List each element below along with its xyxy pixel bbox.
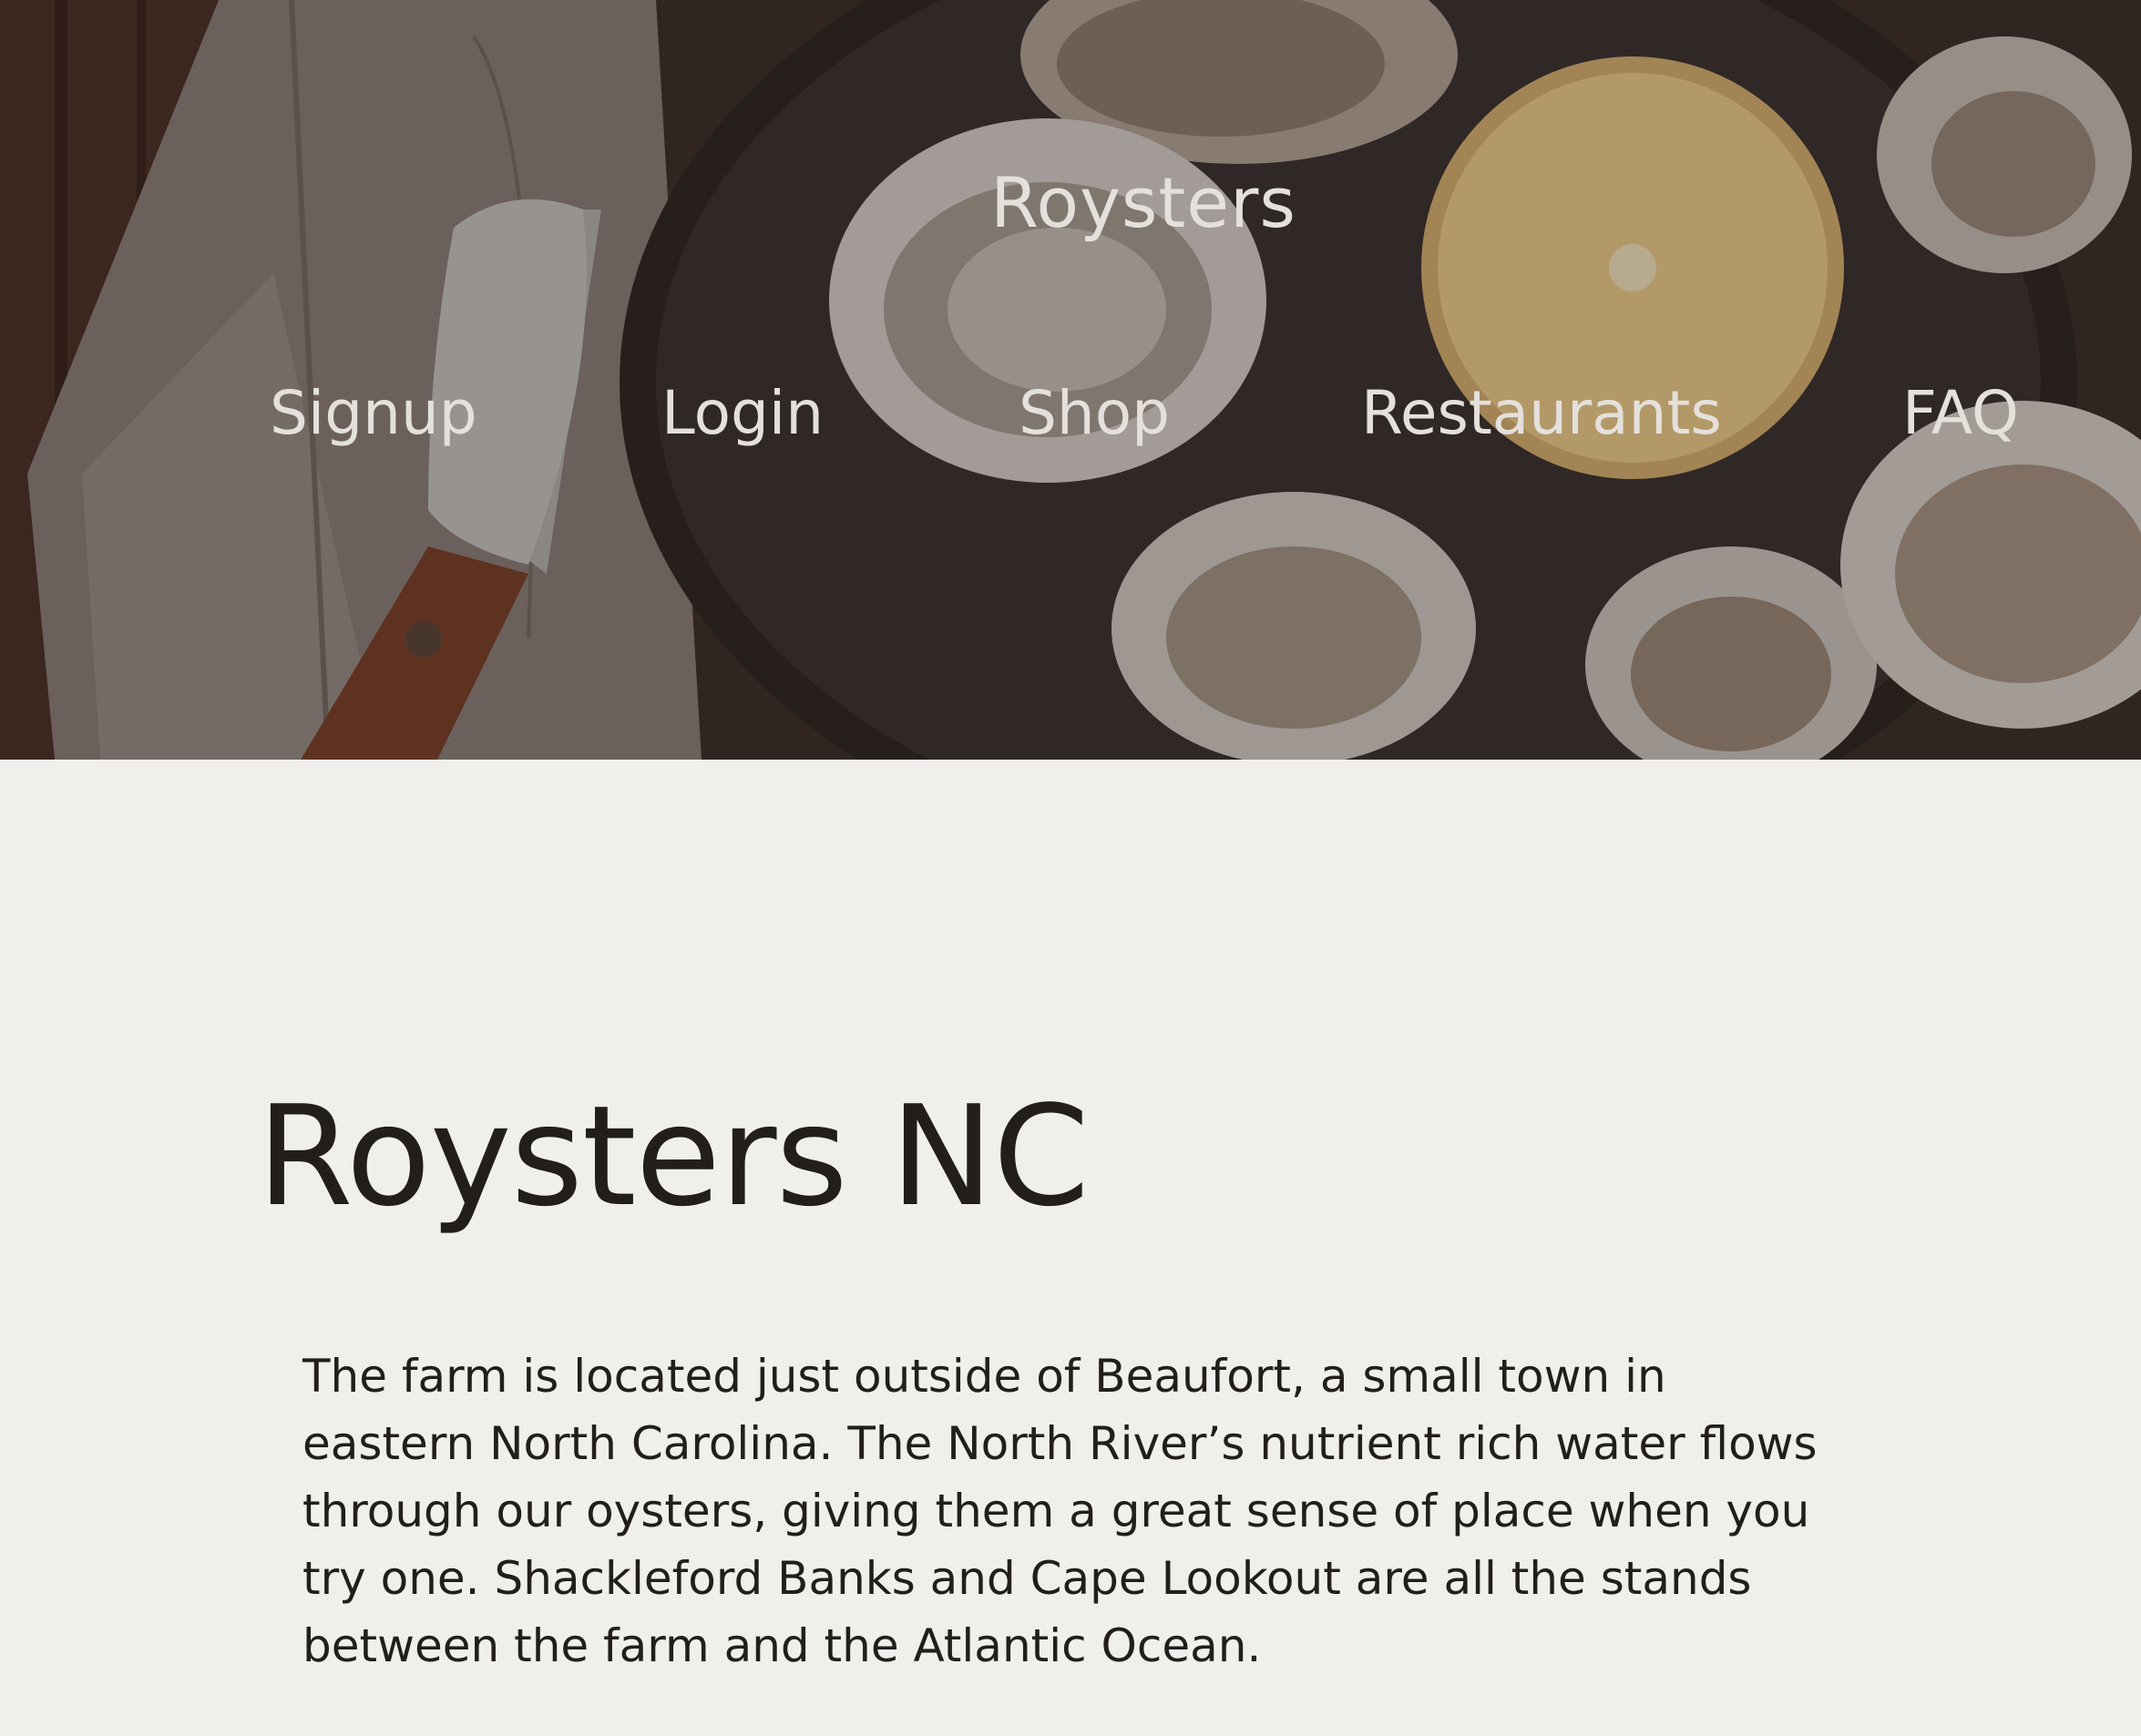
nav-signup-link[interactable]: Signup <box>270 378 477 448</box>
nav-login-link[interactable]: Login <box>661 378 824 448</box>
main-nav: Signup Login Shop Restaurants FAQ <box>0 378 2141 460</box>
nav-faq-link[interactable]: FAQ <box>1902 378 2019 448</box>
site-title-link[interactable]: Roysters <box>0 162 2141 243</box>
hero-banner: Roysters Signup Login Shop Restaurants F… <box>0 0 2141 760</box>
farm-description: The farm is located just outside of Beau… <box>302 1350 1818 1672</box>
main-content: Roysters NC The farm is located just out… <box>0 760 2141 1736</box>
nav-restaurants-link[interactable]: Restaurants <box>1361 378 1722 448</box>
nav-shop-link[interactable]: Shop <box>1019 378 1170 448</box>
page-heading: Roysters NC <box>257 1076 1090 1237</box>
